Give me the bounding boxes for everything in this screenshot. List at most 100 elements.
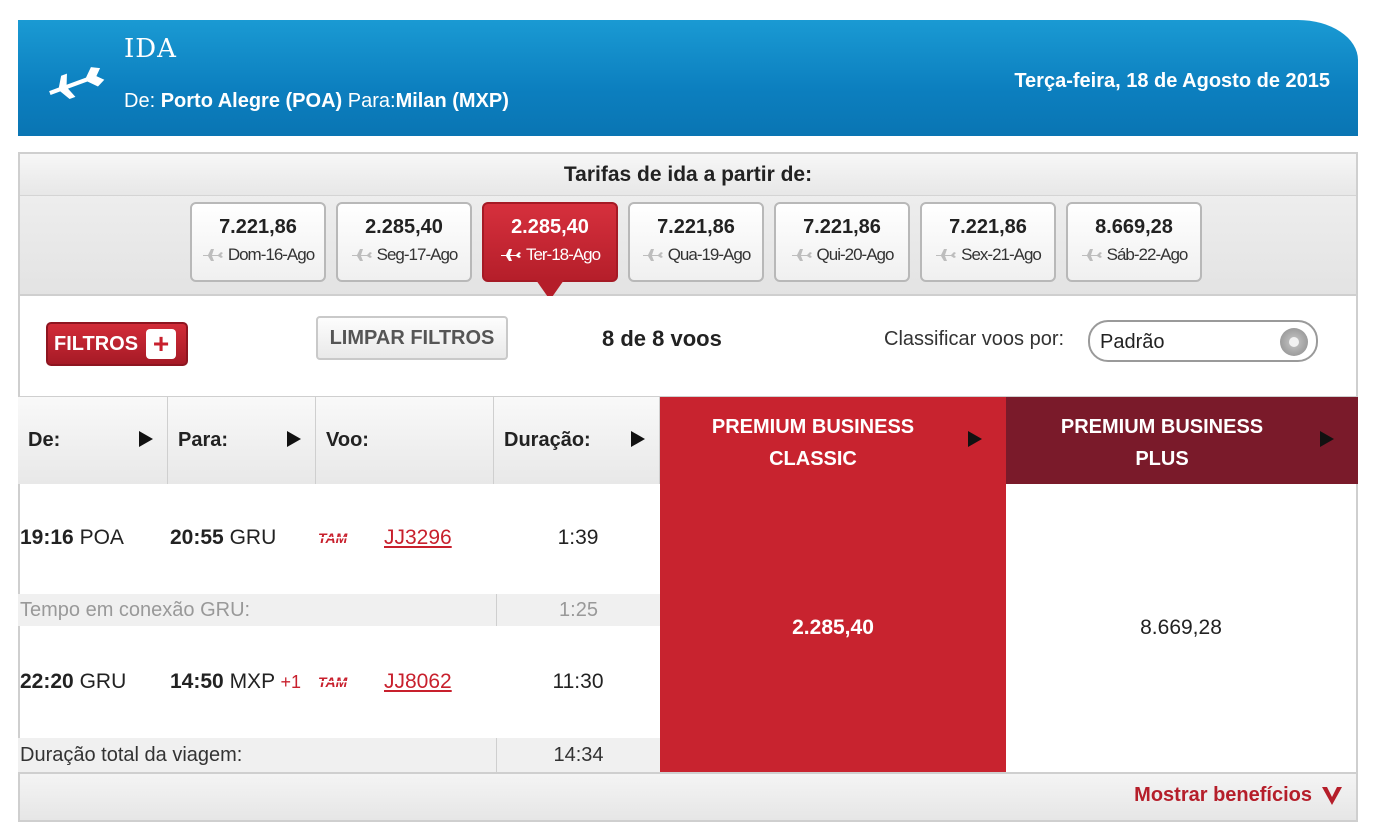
trip-header: IDA De: Porto Alegre (POA) Para:Milan (M…	[18, 20, 1358, 136]
from-label: De:	[124, 90, 156, 112]
day-option[interactable]: 7.221,86 Qui-20-Ago	[774, 202, 910, 282]
tam-logo: TAM	[316, 674, 376, 690]
departure: 19:16 POA	[20, 526, 124, 550]
header-to: Para:	[178, 429, 229, 451]
day-price: 2.285,40	[365, 216, 443, 238]
fare-premium-business-plus[interactable]: 8.669,28	[1006, 484, 1358, 772]
arr-time: 20:55	[170, 526, 224, 549]
filter-bar: FILTROS + LIMPAR FILTROS 8 de 8 voos Cla…	[18, 296, 1358, 396]
travel-date: Terça-feira, 18 de Agosto de 2015	[1014, 70, 1330, 92]
page-title: IDA	[124, 34, 177, 64]
sort-arrow-icon	[287, 431, 301, 447]
clear-filters-button[interactable]: LIMPAR FILTROS	[316, 316, 508, 360]
day-label: Sex-21-Ago	[961, 245, 1042, 264]
day-option[interactable]: 7.221,86 Qua-19-Ago	[628, 202, 764, 282]
day-option-selected[interactable]: 2.285,40 Ter-18-Ago	[482, 202, 618, 300]
airplane-icon	[500, 249, 521, 261]
sort-arrow-icon	[1320, 431, 1334, 447]
flight-cell: TAM JJ8062	[316, 670, 452, 694]
airplane-icon	[351, 249, 372, 261]
arr-time: 14:50	[170, 670, 224, 693]
day-price: 7.221,86	[949, 216, 1027, 238]
day-selector: 7.221,86 Dom-16-Ago 2.285,40 Seg-17-Ago …	[190, 202, 1202, 300]
from-city: Porto Alegre (POA)	[160, 90, 343, 112]
day-option[interactable]: 8.669,28 Sáb-22-Ago	[1066, 202, 1202, 282]
day-label: Qua-19-Ago	[667, 245, 752, 264]
total-duration-value: 14:34	[496, 738, 660, 772]
dep-time: 19:16	[20, 526, 74, 549]
arr-airport: MXP	[229, 670, 275, 693]
day-label: Ter-18-Ago	[525, 245, 601, 264]
dep-airport: GRU	[79, 670, 127, 693]
fare-premium-business-classic[interactable]: 2.285,40	[660, 484, 1006, 772]
total-duration-label: Duração total da viagem:	[20, 744, 243, 766]
arrival: 20:55 GRU	[170, 526, 276, 550]
day-label: Seg-17-Ago	[376, 245, 459, 264]
route-summary: De: Porto Alegre (POA) Para:Milan (MXP)	[124, 90, 509, 113]
header-plus-line2: PLUS	[1135, 448, 1189, 470]
results-footer: Mostrar benefícios	[18, 772, 1358, 822]
flight-option: 19:16 POA 20:55 GRU TAM JJ3296 1:39 Temp…	[18, 484, 1358, 772]
connection-duration: 1:25	[496, 594, 660, 626]
fares-title: Tarifas de ida a partir de:	[20, 154, 1356, 196]
leg-duration: 1:39	[557, 526, 599, 549]
to-city: Milan (MXP)	[395, 90, 509, 112]
next-day-badge: +1	[280, 672, 302, 692]
departure: 22:20 GRU	[20, 670, 126, 694]
flight-legs: 19:16 POA 20:55 GRU TAM JJ3296 1:39 Temp…	[18, 484, 660, 772]
sort-arrow-icon	[139, 431, 153, 447]
sort-by-duration[interactable]: Duração:	[494, 397, 660, 484]
header-classic: PREMIUM BUSINESS CLASSIC	[660, 411, 966, 475]
sort-arrow-icon	[631, 431, 645, 447]
dropdown-icon	[1280, 328, 1308, 356]
arrival: 14:50 MXP +1	[170, 670, 301, 694]
header-classic-line2: CLASSIC	[769, 448, 857, 470]
airplane-icon	[936, 249, 957, 261]
sort-by-from[interactable]: De:	[18, 397, 168, 484]
day-price: 7.221,86	[657, 216, 735, 238]
arr-airport: GRU	[229, 526, 277, 549]
flight-cell: TAM JJ3296	[316, 526, 452, 550]
flight-number-link[interactable]: JJ3296	[384, 526, 452, 550]
airplane-icon	[1081, 249, 1102, 261]
header-plus: PREMIUM BUSINESS PLUS	[1006, 411, 1318, 475]
day-option[interactable]: 7.221,86 Dom-16-Ago	[190, 202, 326, 282]
airplane-icon	[49, 67, 105, 99]
header-classic-line1: PREMIUM BUSINESS	[711, 416, 915, 438]
filters-button[interactable]: FILTROS +	[46, 322, 188, 366]
chevron-down-icon	[1322, 786, 1342, 805]
sort-by-premium-business-classic[interactable]: PREMIUM BUSINESS CLASSIC	[660, 397, 1006, 484]
sort-arrow-icon	[968, 431, 982, 447]
total-duration-row: Duração total da viagem: 14:34	[18, 738, 660, 772]
day-label: Sáb-22-Ago	[1106, 245, 1189, 264]
sort-by-premium-business-plus[interactable]: PREMIUM BUSINESS PLUS	[1006, 397, 1358, 484]
plus-icon: +	[146, 329, 177, 359]
airplane-icon	[642, 249, 663, 261]
sort-value: Padrão	[1100, 331, 1165, 353]
day-price: 2.285,40	[511, 216, 589, 238]
airplane-icon	[791, 249, 812, 261]
connection-row: Tempo em conexão GRU: 1:25	[18, 594, 660, 626]
sort-label: Classificar voos por:	[884, 328, 1065, 350]
filters-label: FILTROS	[54, 332, 139, 355]
day-price: 7.221,86	[219, 216, 297, 238]
sort-select[interactable]: Padrão	[1088, 320, 1318, 362]
day-price: 7.221,86	[803, 216, 881, 238]
header-from: De:	[28, 429, 61, 451]
header-flight: Voo:	[326, 429, 369, 451]
dep-airport: POA	[79, 526, 124, 549]
day-label: Dom-16-Ago	[227, 245, 315, 264]
day-price: 8.669,28	[1095, 216, 1173, 238]
header-plus-line1: PREMIUM BUSINESS	[1060, 416, 1264, 438]
tam-logo: TAM	[316, 530, 376, 546]
day-option[interactable]: 2.285,40 Seg-17-Ago	[336, 202, 472, 282]
flight-number-link[interactable]: JJ8062	[384, 670, 452, 694]
fare-calendar: Tarifas de ida a partir de: 7.221,86 Dom…	[18, 152, 1358, 300]
day-option[interactable]: 7.221,86 Sex-21-Ago	[920, 202, 1056, 282]
show-benefits-link[interactable]: Mostrar benefícios	[1134, 784, 1344, 807]
show-benefits-label: Mostrar benefícios	[1134, 784, 1312, 806]
sort-by-to[interactable]: Para:	[168, 397, 316, 484]
connection-label: Tempo em conexão GRU:	[20, 599, 251, 621]
dep-time: 22:20	[20, 670, 74, 693]
header-duration: Duração:	[504, 429, 591, 451]
